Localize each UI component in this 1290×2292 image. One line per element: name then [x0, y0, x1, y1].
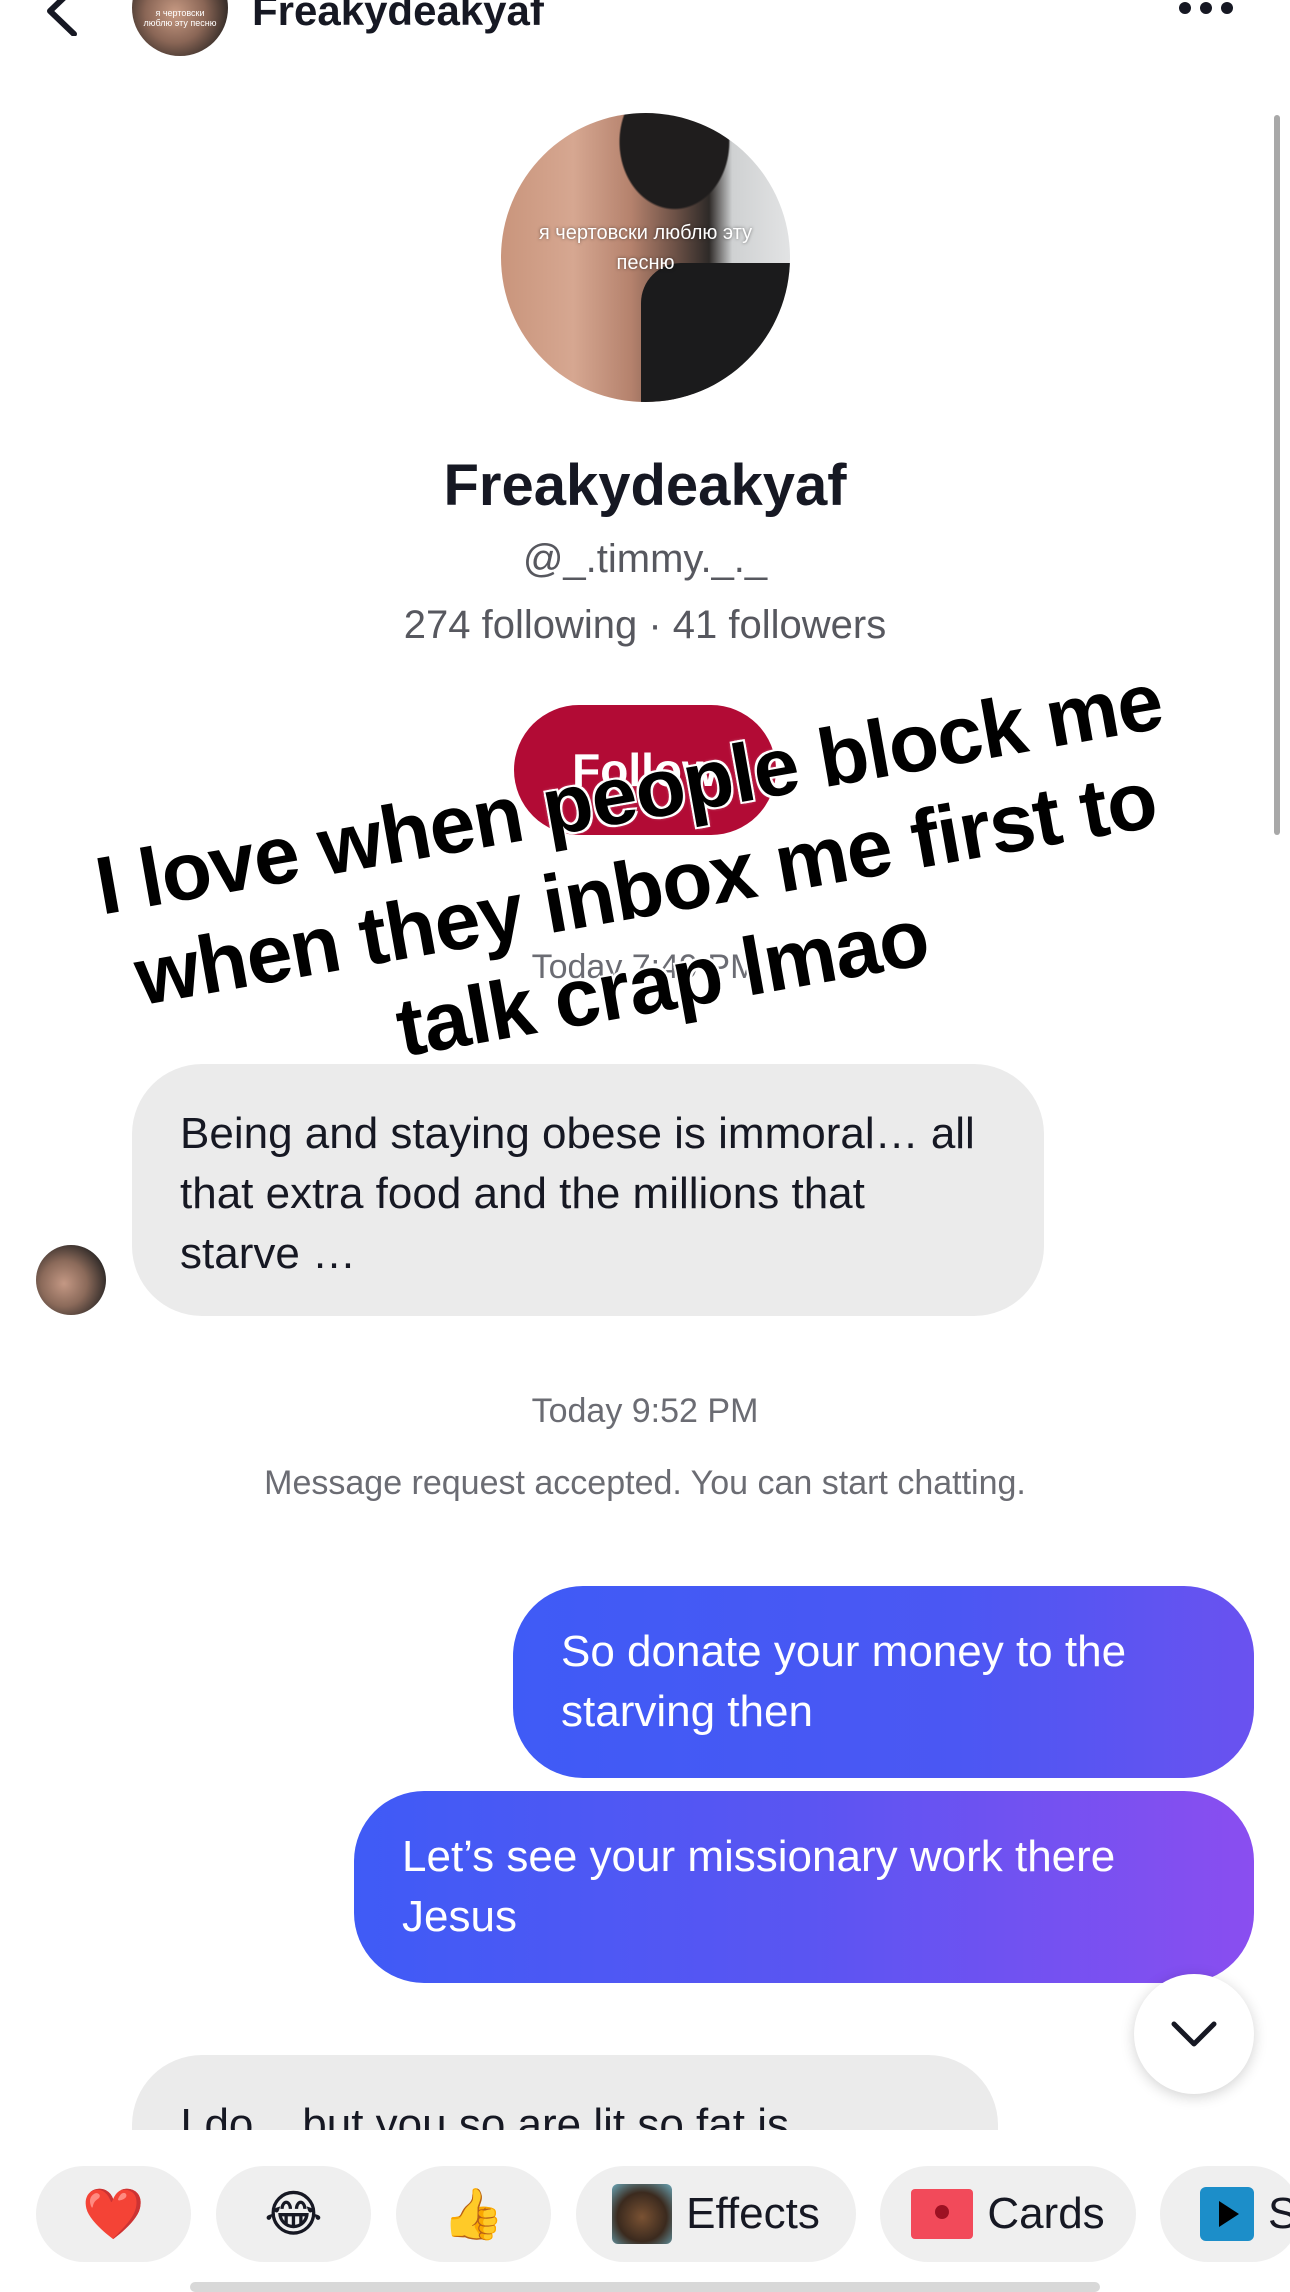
chat-header: я чертовски люблю эту песню Freakydeakya… [0, 0, 1290, 60]
back-arrow-icon[interactable] [40, 0, 84, 36]
partial-action-button[interactable]: S [1160, 2166, 1290, 2262]
profile-name: Freakydeakyaf [443, 453, 847, 518]
profile-stats: 274 following · 41 followers [403, 603, 887, 647]
profile-avatar-caption: я чертовски люблю эту песню [538, 222, 753, 274]
outgoing-message[interactable]: Let’s see your missionary work there Jes… [354, 1791, 1254, 1983]
header-avatar-caption: я чертовски люблю эту песню [143, 8, 217, 28]
effects-button[interactable]: Effects [576, 2166, 856, 2262]
play-icon [1200, 2187, 1254, 2241]
effects-label: Effects [686, 2189, 820, 2238]
thumbs-up-reaction-button[interactable]: 👍 [396, 2166, 551, 2262]
home-indicator [190, 2282, 1100, 2292]
header-title[interactable]: Freakydeakyaf [252, 0, 544, 36]
outgoing-message[interactable]: So donate your money to the starving the… [513, 1586, 1254, 1778]
timestamp: Today 9:52 PM [531, 1392, 759, 1430]
profile-avatar[interactable]: я чертовски люблю эту песню [501, 113, 790, 402]
system-notice: Message request accepted. You can start … [264, 1464, 1026, 1502]
effects-thumbnail-icon [612, 2184, 673, 2244]
heart-reaction-button[interactable]: ❤️ [36, 2166, 191, 2262]
laughing-emoji-icon: 😂 [264, 2186, 323, 2242]
header-avatar[interactable]: я чертовски люблю эту песню [132, 0, 228, 56]
laugh-reaction-button[interactable]: 😂 [216, 2166, 371, 2262]
partial-action-label: S [1268, 2189, 1290, 2238]
thumbs-up-icon: 👍 [442, 2186, 505, 2242]
cards-label: Cards [987, 2189, 1105, 2238]
avatar-shadow [641, 263, 790, 402]
incoming-message[interactable]: Being and staying obese is immoral… all … [132, 1064, 1044, 1316]
chevron-down-icon [1171, 2021, 1217, 2047]
gift-card-icon [911, 2189, 974, 2239]
heart-icon: ❤️ [82, 2186, 145, 2242]
profile-handle: @_.timmy._._ [522, 537, 768, 581]
more-options-icon[interactable] [1176, 0, 1236, 20]
sender-avatar[interactable] [36, 1245, 106, 1315]
scroll-to-bottom-button[interactable] [1134, 1974, 1254, 2094]
cards-button[interactable]: Cards [880, 2166, 1136, 2262]
